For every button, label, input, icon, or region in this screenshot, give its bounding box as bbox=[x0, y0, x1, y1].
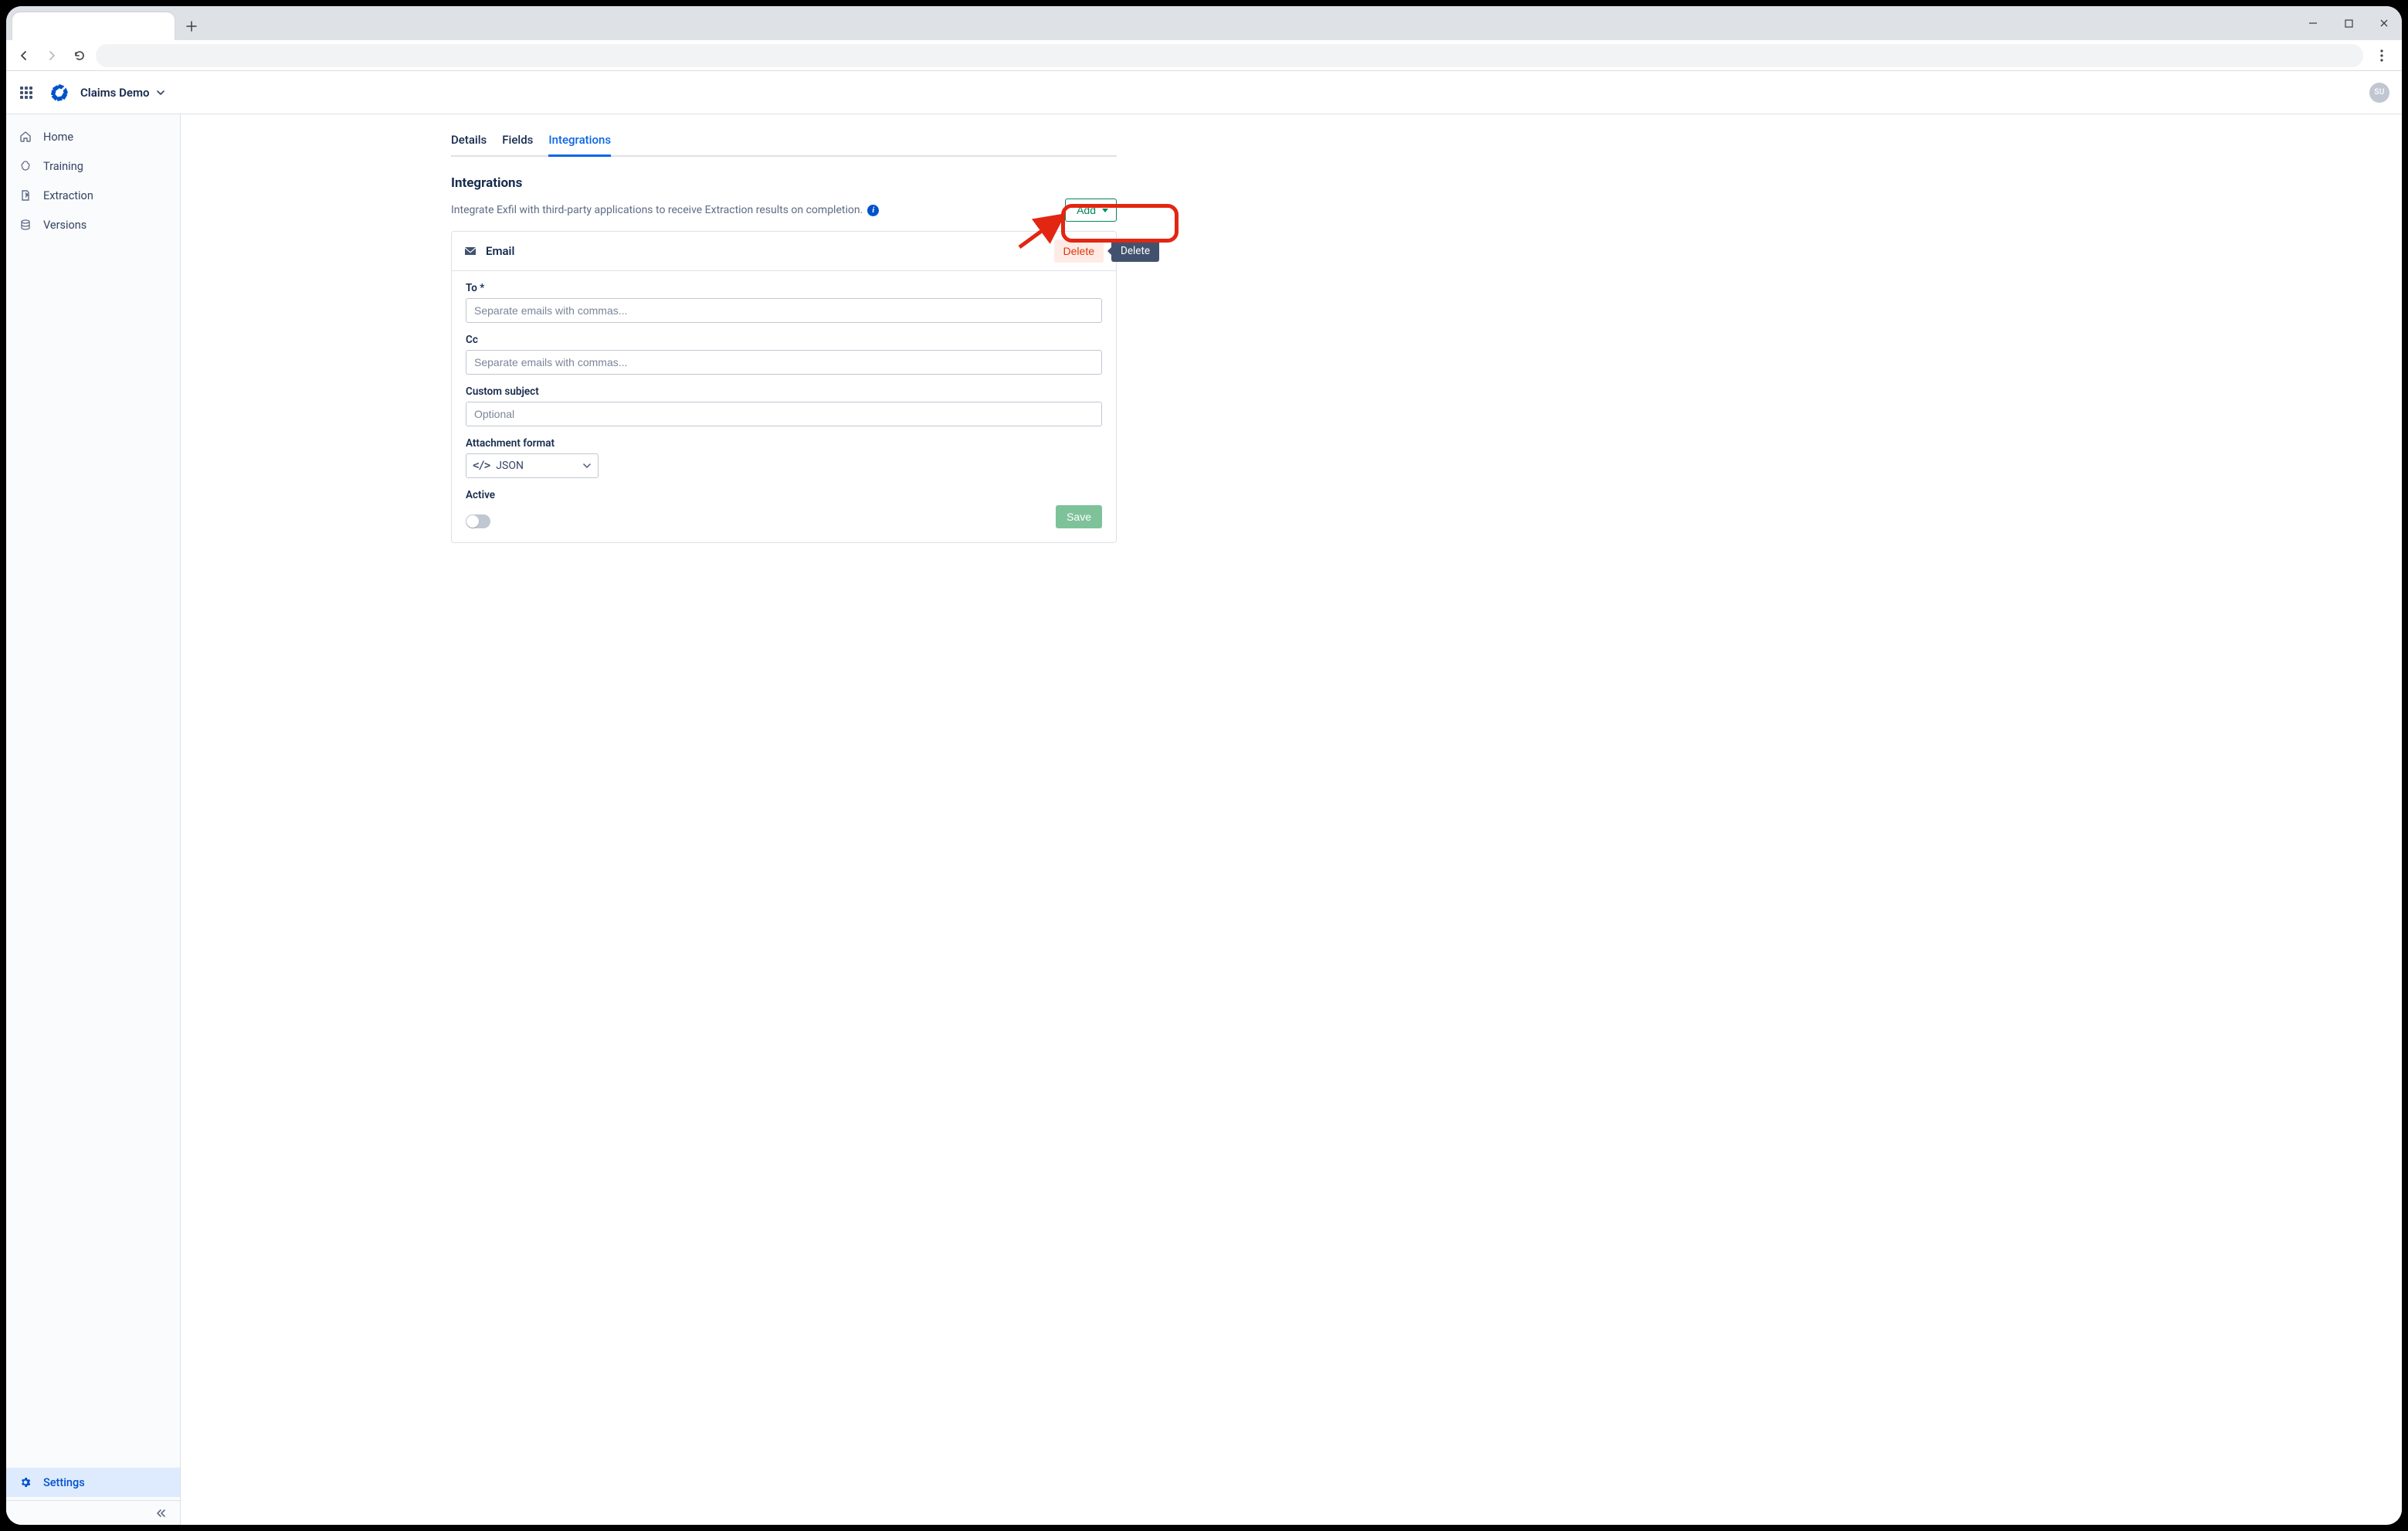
sidebar-item-label: Extraction bbox=[43, 189, 93, 202]
new-tab-button[interactable] bbox=[181, 15, 202, 37]
cc-input[interactable] bbox=[466, 350, 1102, 375]
arrow-left-icon bbox=[18, 49, 30, 62]
active-label: Active bbox=[466, 489, 1102, 501]
app-switcher-button[interactable] bbox=[14, 80, 39, 105]
address-bar[interactable] bbox=[96, 44, 2363, 67]
chevrons-left-icon bbox=[155, 1508, 166, 1519]
maximize-button[interactable] bbox=[2331, 6, 2366, 40]
project-name-label: Claims Demo bbox=[80, 86, 150, 100]
avatar[interactable]: SU bbox=[2369, 83, 2389, 103]
caret-down-icon bbox=[1102, 209, 1108, 212]
integration-card-email: Email Delete Delete bbox=[451, 231, 1117, 543]
section-description: Integrate Exfil with third-party applica… bbox=[451, 204, 879, 216]
grid-icon bbox=[20, 87, 32, 99]
browser-tabstrip bbox=[6, 6, 2402, 40]
sidebar-collapse[interactable] bbox=[6, 1500, 180, 1525]
close-window-button[interactable] bbox=[2366, 6, 2402, 40]
app-logo-icon bbox=[49, 83, 70, 103]
delete-integration-button[interactable]: Delete bbox=[1054, 239, 1104, 263]
minimize-icon bbox=[2308, 19, 2318, 28]
home-icon bbox=[19, 131, 32, 143]
tab-fields[interactable]: Fields bbox=[502, 130, 533, 157]
reload-icon bbox=[73, 49, 86, 62]
browser-toolbar bbox=[6, 40, 2402, 71]
cc-label: Cc bbox=[466, 334, 1102, 346]
save-button-label: Save bbox=[1067, 511, 1091, 523]
avatar-initials: SU bbox=[2374, 88, 2384, 97]
sidebar-item-extraction[interactable]: Extraction bbox=[6, 181, 180, 210]
sidebar-item-label: Home bbox=[43, 131, 73, 144]
sidebar: Home Training Extraction bbox=[6, 114, 181, 1525]
envelope-icon bbox=[464, 246, 477, 256]
main-content: Details Fields Integrations Integrations… bbox=[181, 114, 2402, 1525]
delete-button-label: Delete bbox=[1063, 245, 1094, 257]
chevron-down-icon bbox=[156, 88, 165, 97]
switch-knob bbox=[466, 515, 479, 528]
sidebar-item-versions[interactable]: Versions bbox=[6, 210, 180, 239]
active-toggle[interactable] bbox=[466, 514, 490, 528]
tab-integrations[interactable]: Integrations bbox=[548, 130, 611, 157]
sidebar-item-label: Versions bbox=[43, 219, 86, 232]
plus-icon bbox=[186, 21, 197, 32]
extract-icon bbox=[19, 189, 32, 202]
card-title: Email bbox=[464, 244, 514, 258]
project-selector[interactable]: Claims Demo bbox=[80, 86, 165, 100]
sidebar-item-label: Training bbox=[43, 160, 83, 173]
add-button-label: Add bbox=[1077, 204, 1096, 216]
app-header: Claims Demo SU bbox=[6, 71, 2402, 114]
save-button[interactable]: Save bbox=[1056, 505, 1102, 528]
sidebar-item-training[interactable]: Training bbox=[6, 151, 180, 181]
brain-icon bbox=[19, 160, 32, 172]
chevron-down-icon bbox=[582, 461, 592, 470]
sidebar-item-home[interactable]: Home bbox=[6, 122, 180, 151]
database-icon bbox=[19, 219, 32, 231]
kebab-icon bbox=[2380, 49, 2383, 62]
info-icon[interactable]: i bbox=[867, 205, 879, 216]
to-input[interactable] bbox=[466, 298, 1102, 323]
attachment-format-select[interactable]: </> JSON bbox=[466, 453, 599, 478]
sidebar-item-settings[interactable]: Settings bbox=[6, 1468, 180, 1497]
code-icon: </> bbox=[473, 460, 490, 472]
maximize-icon bbox=[2345, 19, 2353, 28]
close-icon bbox=[2379, 19, 2389, 28]
add-integration-button[interactable]: Add bbox=[1065, 199, 1117, 222]
browser-menu-button[interactable] bbox=[2368, 49, 2396, 62]
card-title-label: Email bbox=[486, 244, 514, 258]
to-label: To * bbox=[466, 282, 1102, 294]
attachment-label: Attachment format bbox=[466, 437, 1102, 450]
minimize-button[interactable] bbox=[2295, 6, 2331, 40]
tabs: Details Fields Integrations bbox=[451, 128, 1117, 157]
page-title: Integrations bbox=[451, 175, 1117, 191]
delete-tooltip: Delete bbox=[1111, 240, 1159, 262]
gear-icon bbox=[19, 1476, 32, 1489]
back-button[interactable] bbox=[12, 44, 36, 67]
browser-tab[interactable] bbox=[12, 12, 175, 40]
attachment-format-value: JSON bbox=[496, 460, 524, 472]
forward-button[interactable] bbox=[40, 44, 63, 67]
app-body: Home Training Extraction bbox=[6, 114, 2402, 1525]
section-description-text: Integrate Exfil with third-party applica… bbox=[451, 204, 863, 216]
browser-window: Claims Demo SU Home Tr bbox=[6, 6, 2402, 1525]
tab-details[interactable]: Details bbox=[451, 130, 487, 157]
delete-tooltip-label: Delete bbox=[1121, 245, 1150, 257]
arrow-right-icon bbox=[46, 49, 58, 62]
sidebar-item-label: Settings bbox=[43, 1476, 85, 1489]
subject-input[interactable] bbox=[466, 402, 1102, 426]
subject-label: Custom subject bbox=[466, 385, 1102, 398]
reload-button[interactable] bbox=[68, 44, 91, 67]
